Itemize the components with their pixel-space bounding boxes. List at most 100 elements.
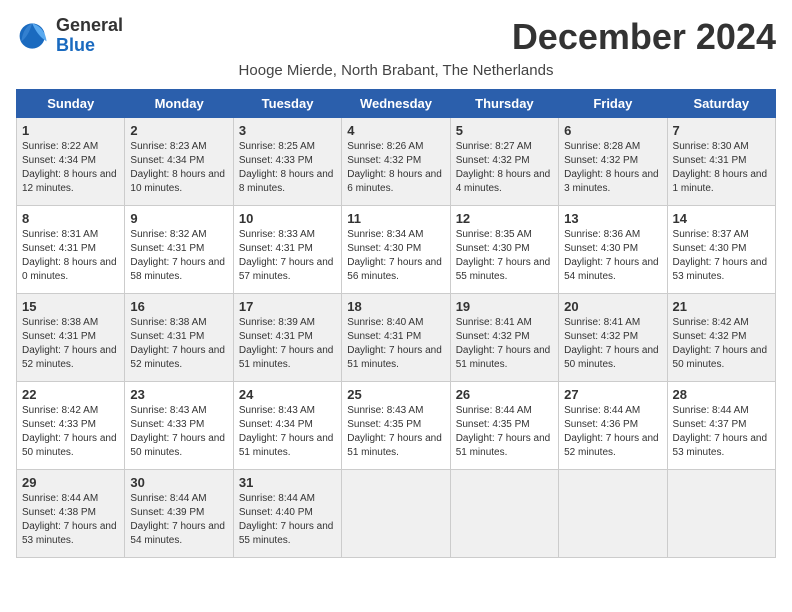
day-number: 29 (22, 475, 119, 490)
day-info: Sunrise: 8:44 AM Sunset: 4:39 PM Dayligh… (130, 492, 227, 548)
calendar-cell (667, 470, 775, 558)
day-info: Sunrise: 8:25 AM Sunset: 4:33 PM Dayligh… (239, 140, 336, 196)
day-number: 1 (22, 123, 119, 138)
day-info: Sunrise: 8:23 AM Sunset: 4:34 PM Dayligh… (130, 140, 227, 196)
day-info: Sunrise: 8:30 AM Sunset: 4:31 PM Dayligh… (673, 140, 770, 196)
day-number: 9 (130, 211, 227, 226)
calendar-cell: 1 Sunrise: 8:22 AM Sunset: 4:34 PM Dayli… (17, 118, 125, 206)
day-number: 11 (347, 211, 444, 226)
calendar-cell: 6 Sunrise: 8:28 AM Sunset: 4:32 PM Dayli… (559, 118, 667, 206)
day-info: Sunrise: 8:36 AM Sunset: 4:30 PM Dayligh… (564, 228, 661, 284)
page-header: General Blue December 2024 (16, 16, 776, 58)
col-thursday: Thursday (450, 90, 558, 118)
day-info: Sunrise: 8:38 AM Sunset: 4:31 PM Dayligh… (22, 316, 119, 372)
day-info: Sunrise: 8:44 AM Sunset: 4:36 PM Dayligh… (564, 404, 661, 460)
day-info: Sunrise: 8:44 AM Sunset: 4:35 PM Dayligh… (456, 404, 553, 460)
day-number: 8 (22, 211, 119, 226)
col-saturday: Saturday (667, 90, 775, 118)
day-number: 31 (239, 475, 336, 490)
calendar-cell: 4 Sunrise: 8:26 AM Sunset: 4:32 PM Dayli… (342, 118, 450, 206)
day-number: 19 (456, 299, 553, 314)
calendar-cell: 21 Sunrise: 8:42 AM Sunset: 4:32 PM Dayl… (667, 294, 775, 382)
day-info: Sunrise: 8:39 AM Sunset: 4:31 PM Dayligh… (239, 316, 336, 372)
day-info: Sunrise: 8:32 AM Sunset: 4:31 PM Dayligh… (130, 228, 227, 284)
day-info: Sunrise: 8:44 AM Sunset: 4:37 PM Dayligh… (673, 404, 770, 460)
day-number: 12 (456, 211, 553, 226)
calendar-cell: 13 Sunrise: 8:36 AM Sunset: 4:30 PM Dayl… (559, 206, 667, 294)
calendar-cell: 22 Sunrise: 8:42 AM Sunset: 4:33 PM Dayl… (17, 382, 125, 470)
calendar-cell: 25 Sunrise: 8:43 AM Sunset: 4:35 PM Dayl… (342, 382, 450, 470)
day-number: 10 (239, 211, 336, 226)
calendar-cell: 7 Sunrise: 8:30 AM Sunset: 4:31 PM Dayli… (667, 118, 775, 206)
logo-text: General Blue (56, 16, 123, 56)
day-info: Sunrise: 8:43 AM Sunset: 4:33 PM Dayligh… (130, 404, 227, 460)
calendar-cell: 18 Sunrise: 8:40 AM Sunset: 4:31 PM Dayl… (342, 294, 450, 382)
day-number: 3 (239, 123, 336, 138)
day-info: Sunrise: 8:27 AM Sunset: 4:32 PM Dayligh… (456, 140, 553, 196)
day-number: 23 (130, 387, 227, 402)
calendar-cell (342, 470, 450, 558)
calendar-cell: 23 Sunrise: 8:43 AM Sunset: 4:33 PM Dayl… (125, 382, 233, 470)
calendar-cell: 10 Sunrise: 8:33 AM Sunset: 4:31 PM Dayl… (233, 206, 341, 294)
logo-icon (16, 18, 52, 54)
calendar-cell: 27 Sunrise: 8:44 AM Sunset: 4:36 PM Dayl… (559, 382, 667, 470)
day-number: 28 (673, 387, 770, 402)
calendar-cell: 15 Sunrise: 8:38 AM Sunset: 4:31 PM Dayl… (17, 294, 125, 382)
col-monday: Monday (125, 90, 233, 118)
day-info: Sunrise: 8:43 AM Sunset: 4:34 PM Dayligh… (239, 404, 336, 460)
calendar-cell: 2 Sunrise: 8:23 AM Sunset: 4:34 PM Dayli… (125, 118, 233, 206)
day-number: 5 (456, 123, 553, 138)
subtitle: Hooge Mierde, North Brabant, The Netherl… (16, 62, 776, 79)
calendar-cell: 20 Sunrise: 8:41 AM Sunset: 4:32 PM Dayl… (559, 294, 667, 382)
calendar-row: 15 Sunrise: 8:38 AM Sunset: 4:31 PM Dayl… (17, 294, 776, 382)
col-tuesday: Tuesday (233, 90, 341, 118)
calendar-cell: 3 Sunrise: 8:25 AM Sunset: 4:33 PM Dayli… (233, 118, 341, 206)
day-number: 21 (673, 299, 770, 314)
day-number: 25 (347, 387, 444, 402)
day-number: 13 (564, 211, 661, 226)
day-info: Sunrise: 8:22 AM Sunset: 4:34 PM Dayligh… (22, 140, 119, 196)
day-number: 4 (347, 123, 444, 138)
day-number: 17 (239, 299, 336, 314)
calendar-cell: 16 Sunrise: 8:38 AM Sunset: 4:31 PM Dayl… (125, 294, 233, 382)
calendar-cell: 14 Sunrise: 8:37 AM Sunset: 4:30 PM Dayl… (667, 206, 775, 294)
day-info: Sunrise: 8:37 AM Sunset: 4:30 PM Dayligh… (673, 228, 770, 284)
calendar-row: 22 Sunrise: 8:42 AM Sunset: 4:33 PM Dayl… (17, 382, 776, 470)
day-number: 6 (564, 123, 661, 138)
day-info: Sunrise: 8:26 AM Sunset: 4:32 PM Dayligh… (347, 140, 444, 196)
day-number: 26 (456, 387, 553, 402)
day-info: Sunrise: 8:31 AM Sunset: 4:31 PM Dayligh… (22, 228, 119, 284)
calendar-cell: 11 Sunrise: 8:34 AM Sunset: 4:30 PM Dayl… (342, 206, 450, 294)
col-sunday: Sunday (17, 90, 125, 118)
calendar-cell: 8 Sunrise: 8:31 AM Sunset: 4:31 PM Dayli… (17, 206, 125, 294)
day-info: Sunrise: 8:40 AM Sunset: 4:31 PM Dayligh… (347, 316, 444, 372)
col-friday: Friday (559, 90, 667, 118)
calendar-cell: 19 Sunrise: 8:41 AM Sunset: 4:32 PM Dayl… (450, 294, 558, 382)
day-info: Sunrise: 8:41 AM Sunset: 4:32 PM Dayligh… (456, 316, 553, 372)
day-number: 2 (130, 123, 227, 138)
calendar-cell: 30 Sunrise: 8:44 AM Sunset: 4:39 PM Dayl… (125, 470, 233, 558)
calendar-cell: 28 Sunrise: 8:44 AM Sunset: 4:37 PM Dayl… (667, 382, 775, 470)
day-number: 18 (347, 299, 444, 314)
day-number: 24 (239, 387, 336, 402)
day-number: 7 (673, 123, 770, 138)
header-row: Sunday Monday Tuesday Wednesday Thursday… (17, 90, 776, 118)
day-info: Sunrise: 8:35 AM Sunset: 4:30 PM Dayligh… (456, 228, 553, 284)
calendar-cell: 26 Sunrise: 8:44 AM Sunset: 4:35 PM Dayl… (450, 382, 558, 470)
day-info: Sunrise: 8:43 AM Sunset: 4:35 PM Dayligh… (347, 404, 444, 460)
calendar-cell (559, 470, 667, 558)
day-info: Sunrise: 8:33 AM Sunset: 4:31 PM Dayligh… (239, 228, 336, 284)
day-number: 16 (130, 299, 227, 314)
day-number: 30 (130, 475, 227, 490)
day-number: 14 (673, 211, 770, 226)
day-number: 27 (564, 387, 661, 402)
logo: General Blue (16, 16, 123, 56)
month-title: December 2024 (512, 16, 776, 58)
calendar-cell: 9 Sunrise: 8:32 AM Sunset: 4:31 PM Dayli… (125, 206, 233, 294)
calendar-cell: 12 Sunrise: 8:35 AM Sunset: 4:30 PM Dayl… (450, 206, 558, 294)
calendar-cell: 17 Sunrise: 8:39 AM Sunset: 4:31 PM Dayl… (233, 294, 341, 382)
calendar-row: 29 Sunrise: 8:44 AM Sunset: 4:38 PM Dayl… (17, 470, 776, 558)
day-number: 20 (564, 299, 661, 314)
calendar-table: Sunday Monday Tuesday Wednesday Thursday… (16, 89, 776, 558)
calendar-row: 8 Sunrise: 8:31 AM Sunset: 4:31 PM Dayli… (17, 206, 776, 294)
